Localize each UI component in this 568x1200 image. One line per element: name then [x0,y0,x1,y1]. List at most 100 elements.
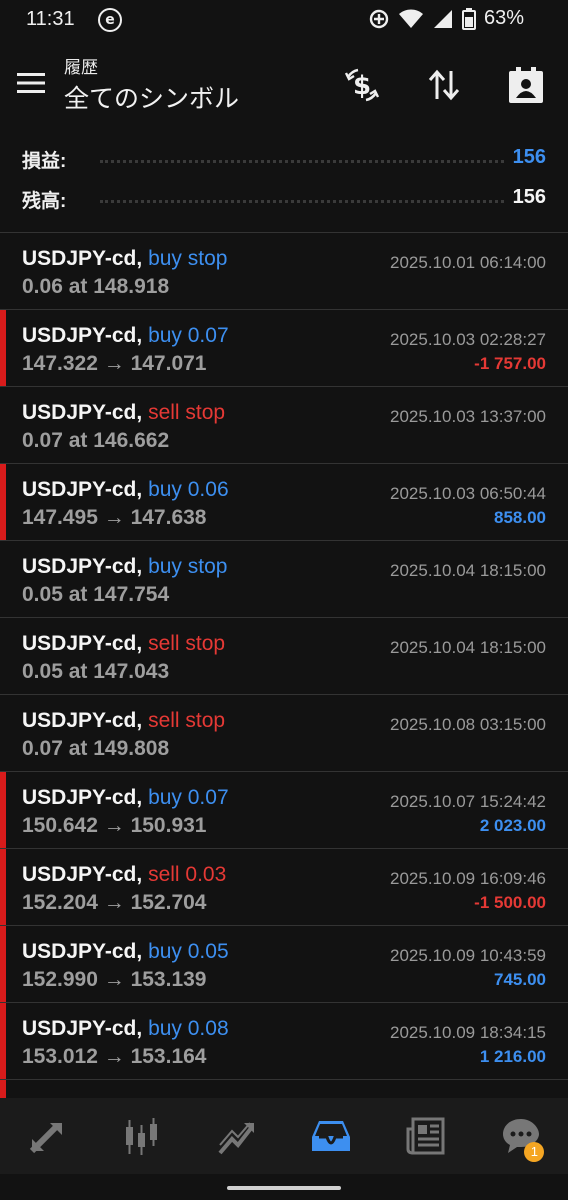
symbol-label: USDJPY-cd, [22,555,143,578]
symbol-label: USDJPY-cd, [22,709,143,732]
symbol-label: USDJPY-cd, [22,863,143,886]
page-title[interactable]: 全てのシンボル [64,79,239,115]
order-action: sell stop [148,709,226,732]
order-time: 2025.10.04 18:15:00 [390,561,546,580]
symbol-label: USDJPY-cd, [22,401,143,424]
symbol-label: USDJPY-cd, [22,247,143,270]
history-row[interactable]: USDJPY-cd, buy stop 0.05 at 147.754 2025.1… [0,541,568,618]
closed-position-marker [0,464,6,540]
order-detail: 0.07 at 149.808 [22,737,170,760]
order-detail: 152.204 → 152.704 [22,891,207,914]
row-title: USDJPY-cd, buy stop [22,555,227,579]
order-action: buy 0.06 [148,478,229,501]
currency-switch-button[interactable]: $ [340,63,384,107]
bottom-navigation: 1 [0,1098,568,1174]
row-title: USDJPY-cd, sell stop [22,632,225,656]
order-profit: 745.00 [494,970,546,989]
order-action: buy 0.07 [148,324,229,347]
balance-value: 156 [512,186,546,208]
closed-position-marker [0,772,6,848]
status-bar: 11:31 e 63% [0,0,568,40]
chat-unread-badge: 1 [524,1142,545,1162]
history-row[interactable]: USDJPY-cd, buy 0.08 153.012 → 153.164 2025… [0,1003,568,1080]
history-row[interactable]: USDJPY-cd, buy stop 0.06 at 148.918 2025.1… [0,233,568,310]
order-action: sell 0.03 [148,863,227,886]
history-list[interactable]: USDJPY-cd, buy stop 0.06 at 148.918 2025.1… [0,232,568,1099]
tab-history[interactable] [284,1098,379,1174]
tab-chart[interactable] [95,1098,190,1174]
order-time: 2025.10.08 03:15:00 [390,715,546,734]
page-subtitle: 履歴 [64,58,98,78]
battery-percent: 63% [483,7,524,29]
sort-button[interactable] [422,63,466,107]
row-title: USDJPY-cd, buy stop [22,247,227,271]
menu-icon[interactable] [16,70,46,96]
history-row[interactable]: USDJPY-cd, buy 0.07 150.642 → 150.931 2025… [0,772,568,849]
order-profit: 2 023.00 [479,816,546,835]
history-row[interactable]: USDJPY-cd, buy 0.07 147.322 → 147.071 2025… [0,310,568,387]
tab-news[interactable] [379,1098,474,1174]
history-row[interactable]: USDJPY-cd, sell stop 0.05 at 147.043 2025.… [0,618,568,695]
order-time: 2025.10.04 18:15:00 [390,638,546,657]
tab-chat[interactable]: 1 [473,1098,568,1174]
order-time: 2025.10.03 13:37:00 [390,407,546,426]
order-time: 2025.10.01 06:14:00 [390,253,546,272]
closed-position-marker [0,926,6,1002]
history-row[interactable]: USDJPY-cd, sell stop 0.07 at 149.808 2025.… [0,695,568,772]
svg-text:$: $ [353,71,371,101]
trend-icon [218,1122,254,1155]
closed-position-marker [0,310,6,386]
history-row[interactable]: USDJPY-cd, buy 0.05 152.990 → 153.139 2025… [0,926,568,1003]
order-action: buy 0.05 [148,940,229,963]
row-title: USDJPY-cd, sell stop [22,709,225,733]
order-detail: 0.07 at 146.662 [22,429,170,452]
dotted-leader [100,200,504,203]
order-action: buy 0.07 [148,786,229,809]
status-icons: 63% [368,7,524,30]
report-button[interactable] [504,63,548,107]
order-time: 2025.10.03 02:28:27 [390,330,546,349]
order-profit: -1 500.00 [474,893,546,912]
battery-icon [461,7,476,30]
history-row[interactable] [0,1080,568,1099]
summary-panel: 損益: 156 残高: 156 [0,140,568,220]
status-time: 11:31 [26,8,75,30]
row-title: USDJPY-cd, buy 0.06 [22,478,229,502]
order-action: sell stop [148,401,226,424]
row-title: USDJPY-cd, buy 0.07 [22,786,229,810]
order-time: 2025.10.09 16:09:46 [390,869,546,888]
row-title: USDJPY-cd, buy 0.07 [22,324,229,348]
profit-row: 損益: 156 [0,140,568,180]
tab-trade[interactable] [189,1098,284,1174]
row-title: USDJPY-cd, buy 0.08 [22,1017,229,1041]
order-profit: 858.00 [494,508,546,527]
report-icon [509,67,543,103]
app-bar: 履歴 全てのシンボル $ [0,45,568,125]
symbol-label: USDJPY-cd, [22,940,143,963]
vpn-icon [369,9,389,28]
order-detail: 150.642 → 150.931 [22,814,207,837]
news-icon [406,1117,445,1155]
tab-quotes[interactable] [0,1098,95,1174]
order-time: 2025.10.03 06:50:44 [390,484,546,503]
balance-row: 残高: 156 [0,180,568,220]
symbol-label: USDJPY-cd, [22,1017,143,1040]
candlestick-chart-icon [126,1118,157,1155]
history-row[interactable]: USDJPY-cd, sell stop 0.07 at 146.662 2025.… [0,387,568,464]
history-row[interactable]: USDJPY-cd, sell 0.03 152.204 → 152.704 202… [0,849,568,926]
symbol-label: USDJPY-cd, [22,478,143,501]
profit-value: 156 [512,146,546,168]
dotted-leader [100,160,504,163]
history-row[interactable]: USDJPY-cd, buy 0.06 147.495 → 147.638 2025… [0,464,568,541]
home-indicator[interactable] [227,1186,341,1190]
order-action: sell stop [148,632,226,655]
signal-icon [433,9,452,28]
order-detail: 0.05 at 147.043 [22,660,170,683]
closed-position-marker [0,1080,6,1099]
order-detail: 0.06 at 148.918 [22,275,170,298]
row-title: USDJPY-cd, buy 0.05 [22,940,229,964]
row-title: USDJPY-cd, sell stop [22,401,225,425]
symbol-label: USDJPY-cd, [22,632,143,655]
order-detail: 152.990 → 153.139 [22,968,207,991]
quotes-icon [30,1121,63,1154]
